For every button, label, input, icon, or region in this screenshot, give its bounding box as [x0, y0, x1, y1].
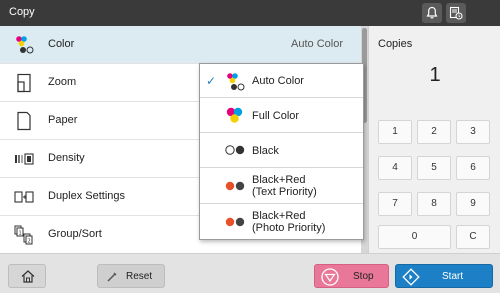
stop-label: Stop: [353, 271, 374, 282]
key-clear[interactable]: C: [456, 225, 490, 249]
menu-item-value: Auto Color: [291, 38, 343, 50]
bottom-bar: Reset Stop Start: [0, 253, 500, 293]
key-8[interactable]: 8: [417, 192, 451, 216]
option-full-color[interactable]: Full Color: [200, 98, 363, 133]
option-label: Black+Red (Photo Priority): [252, 210, 325, 234]
menu-item-label: Zoom: [48, 76, 77, 88]
option-label: Black+Red (Text Priority): [252, 174, 317, 198]
key-0[interactable]: 0: [378, 225, 451, 249]
job-status-button[interactable]: [446, 3, 466, 23]
home-icon: [21, 270, 35, 283]
menu-item-label: Duplex Settings: [48, 190, 126, 202]
menu-item-label: Color: [48, 38, 75, 50]
color-dropdown: ✓ Auto Color Full Color Black Black+Red …: [199, 63, 364, 240]
key-9[interactable]: 9: [456, 192, 490, 216]
reset-button[interactable]: Reset: [97, 264, 165, 288]
key-3[interactable]: 3: [456, 120, 490, 144]
bell-icon: [426, 6, 438, 19]
color-mode-icon: [16, 36, 34, 54]
job-status-icon: [449, 6, 463, 20]
reset-icon: [107, 272, 117, 282]
option-black[interactable]: Black: [200, 133, 363, 168]
menu-item-color[interactable]: Color Auto Color: [0, 26, 361, 64]
key-1[interactable]: 1: [378, 120, 412, 144]
menu-item-label: Density: [48, 152, 85, 164]
option-black-red-text[interactable]: Black+Red (Text Priority): [200, 168, 363, 204]
auto-color-icon: [227, 73, 245, 91]
copies-panel: Copies 1 1 2 3 4 5 6 7 8 9 0 C: [368, 26, 500, 253]
black-red-icon: [225, 217, 245, 227]
option-label: Full Color: [252, 110, 300, 122]
start-icon: [402, 268, 420, 286]
menu-item-label: Paper: [48, 114, 78, 126]
copies-value: 1: [429, 64, 441, 86]
option-label-line1: Black+Red: [252, 174, 306, 186]
key-7[interactable]: 7: [378, 192, 412, 216]
option-auto-color[interactable]: ✓ Auto Color: [200, 64, 363, 98]
stop-icon: [321, 268, 339, 286]
density-icon: [15, 153, 34, 165]
stop-button[interactable]: Stop: [314, 264, 389, 288]
copies-label: Copies: [378, 38, 413, 50]
menu-item-label: Group/Sort: [48, 228, 102, 240]
checkmark-icon: ✓: [206, 74, 217, 88]
option-label: Auto Color: [252, 75, 304, 87]
key-2[interactable]: 2: [417, 120, 451, 144]
key-6[interactable]: 6: [456, 156, 490, 180]
option-black-red-photo[interactable]: Black+Red (Photo Priority): [200, 204, 363, 240]
top-bar: Copy: [0, 0, 500, 26]
full-color-icon: [226, 107, 243, 123]
group-sort-icon: 1 2: [14, 225, 33, 245]
option-label-line1: Black+Red: [252, 210, 306, 222]
black-icon: [225, 145, 245, 155]
start-label: Start: [442, 271, 464, 282]
home-button[interactable]: [8, 264, 46, 288]
key-5[interactable]: 5: [417, 156, 451, 180]
duplex-icon: [14, 191, 34, 203]
reset-label: Reset: [126, 271, 153, 282]
notification-button[interactable]: [422, 3, 442, 23]
key-4[interactable]: 4: [378, 156, 412, 180]
svg-text:2: 2: [28, 239, 31, 245]
svg-text:1: 1: [19, 231, 22, 237]
start-button[interactable]: Start: [395, 264, 493, 288]
option-label-line2: (Text Priority): [252, 186, 317, 198]
paper-icon: [17, 111, 31, 131]
option-label-line2: (Photo Priority): [252, 222, 326, 234]
black-red-icon: [225, 181, 245, 191]
zoom-icon: [17, 73, 31, 93]
screen-title: Copy: [9, 6, 35, 18]
option-label: Black: [252, 145, 279, 157]
